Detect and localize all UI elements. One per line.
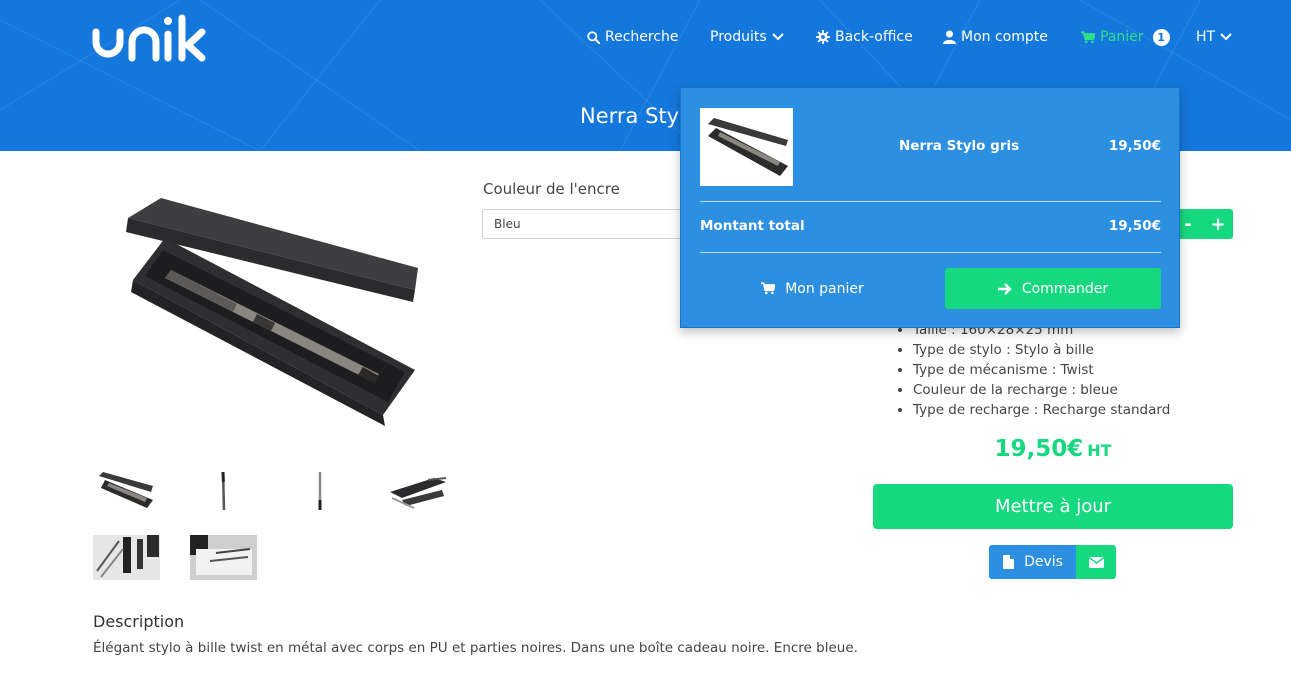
divider: [700, 201, 1161, 202]
spec-mechanism: Type de mécanisme : Twist: [913, 360, 1170, 380]
product-thumbnail-2[interactable]: [190, 468, 257, 513]
product-specs-list: Taille : 160×28×25 mm Type de stylo : St…: [893, 320, 1170, 420]
spec-refill-type: Type de recharge : Recharge standard: [913, 400, 1170, 420]
cart-total-value: 19,50€: [1108, 218, 1161, 234]
product-thumbnail-5[interactable]: [93, 535, 160, 580]
email-quote-button[interactable]: [1076, 545, 1116, 579]
product-main-image: [126, 198, 418, 426]
cart-icon: [761, 282, 776, 295]
page-title: Nerra Sty: [580, 104, 680, 128]
nav-account[interactable]: Mon compte: [943, 27, 1048, 47]
nav-products-label: Produits: [710, 29, 767, 45]
chevron-down-icon: [771, 33, 784, 41]
price-unit: HT: [1087, 441, 1112, 460]
gear-icon: [816, 30, 830, 44]
nav-products[interactable]: Produits: [710, 27, 784, 47]
nav-backoffice[interactable]: Back-office: [816, 27, 913, 47]
update-button[interactable]: Mettre à jour: [873, 484, 1233, 529]
quote-button[interactable]: Devis: [989, 545, 1077, 579]
nav-search-label: Recherche: [605, 29, 679, 45]
product-thumbnail-4[interactable]: [384, 468, 451, 513]
search-icon: [587, 30, 600, 44]
cart-icon: [1081, 30, 1095, 43]
checkout-button[interactable]: Commander: [945, 268, 1161, 309]
product-thumbnail-6[interactable]: [190, 535, 257, 580]
nav-cart[interactable]: Panier 1: [1081, 27, 1170, 47]
arrow-right-icon: [997, 282, 1012, 295]
spec-pen-type: Type de stylo : Stylo à bille: [913, 340, 1170, 360]
unik-logo[interactable]: [92, 12, 208, 64]
ink-color-label: Couleur de l'encre: [483, 180, 620, 198]
cart-count-badge: 1: [1152, 28, 1170, 46]
cart-item-image[interactable]: [700, 108, 793, 186]
spec-refill-color: Couleur de la recharge : bleue: [913, 380, 1170, 400]
price-value: 19,50€: [994, 436, 1084, 462]
divider: [700, 252, 1161, 253]
product-thumbnail-1[interactable]: [93, 468, 160, 513]
cart-total-label: Montant total: [700, 218, 805, 234]
nav-account-label: Mon compte: [961, 29, 1048, 45]
nav-backoffice-label: Back-office: [835, 29, 913, 45]
nav-search[interactable]: Recherche: [587, 27, 679, 47]
product-thumbnail-3[interactable]: [287, 468, 354, 513]
file-icon: [1003, 555, 1015, 569]
description-text: Élégant stylo à bille twist en métal ave…: [93, 640, 858, 656]
cart-item-price: 19,50€: [1108, 138, 1161, 154]
quote-button-label: Devis: [1024, 554, 1063, 570]
description-title: Description: [93, 612, 185, 631]
user-icon: [943, 30, 956, 44]
ink-color-select[interactable]: Bleu: [482, 209, 692, 239]
nav-cart-label: Panier: [1100, 29, 1144, 45]
nav-tax-mode[interactable]: HT: [1196, 27, 1232, 47]
cart-item-name[interactable]: Nerra Stylo gris: [899, 138, 1019, 154]
checkout-label: Commander: [1021, 280, 1109, 297]
nav-tax-mode-label: HT: [1196, 29, 1216, 45]
view-cart-label: Mon panier: [785, 280, 864, 297]
envelope-icon: [1088, 556, 1104, 568]
chevron-down-icon: [1220, 33, 1232, 41]
view-cart-button[interactable]: Mon panier: [700, 268, 925, 309]
cart-dropdown: Nerra Stylo gris 19,50€ Montant total 19…: [680, 87, 1180, 328]
quantity-increase-button[interactable]: +: [1203, 209, 1233, 239]
product-price: 19,50€ HT: [873, 436, 1233, 462]
